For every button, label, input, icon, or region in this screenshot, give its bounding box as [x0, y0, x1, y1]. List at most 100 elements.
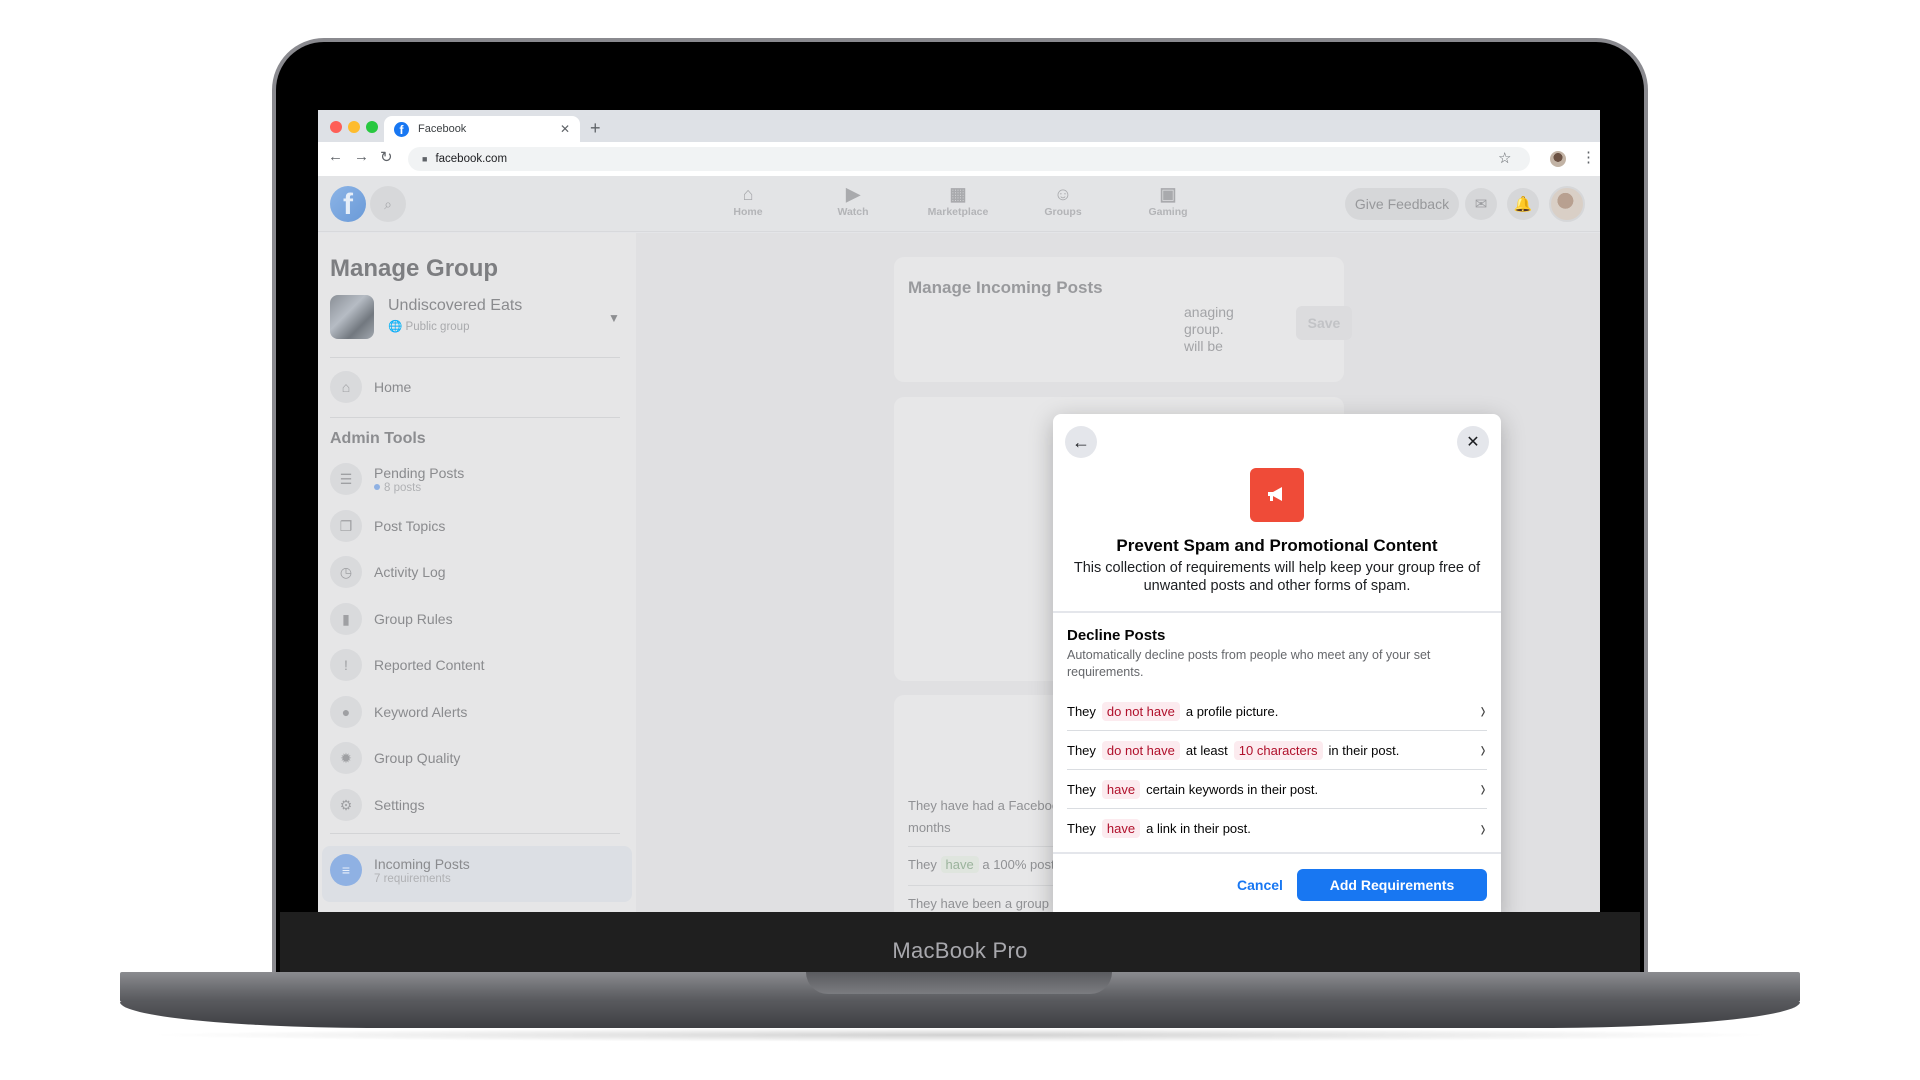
- prevent-spam-dialog: ← ✕ Prevent Spam and Promotional Content…: [1053, 414, 1501, 912]
- sidebar-item-group-rules[interactable]: ▮ Group Rules: [330, 599, 630, 639]
- add-requirements-button[interactable]: Add Requirements: [1297, 869, 1487, 901]
- quality-badge-icon: ✹: [330, 742, 362, 774]
- post-topics-icon: ❐: [330, 510, 362, 542]
- user-avatar[interactable]: [1549, 186, 1585, 222]
- notifications-bell-icon[interactable]: 🔔: [1507, 188, 1539, 220]
- dialog-description: This collection of requirements will hel…: [1073, 560, 1481, 594]
- group-name[interactable]: Undiscovered Eats: [388, 297, 522, 315]
- value-pill: 10 characters: [1233, 740, 1323, 760]
- sidebar-item-pending-posts[interactable]: ☰ Pending Posts 8 posts: [330, 459, 630, 499]
- new-tab-icon[interactable]: +: [590, 118, 601, 139]
- messenger-icon[interactable]: ✉: [1465, 188, 1497, 220]
- sidebar-item-reported-content[interactable]: ! Reported Content: [330, 645, 630, 685]
- lock-icon: ■: [422, 154, 428, 164]
- sidebar-item-group-quality[interactable]: ✹ Group Quality: [330, 738, 630, 778]
- nav-marketplace[interactable]: ▦ Marketplace: [913, 184, 1003, 218]
- globe-icon: 🌐: [388, 321, 403, 333]
- pending-count: 8 posts: [374, 482, 464, 494]
- sidebar-item-home[interactable]: ⌂ Home: [330, 367, 630, 407]
- condition-pill: do not have: [1101, 740, 1180, 760]
- dialog-title: Prevent Spam and Promotional Content: [1116, 536, 1438, 555]
- requirement-row[interactable]: They do not have at least 10 characters …: [1067, 731, 1487, 770]
- chevron-right-icon: ›: [1480, 697, 1486, 724]
- sidebar-item-activity-log[interactable]: ◷ Activity Log: [330, 552, 630, 592]
- manage-group-sidebar: Manage Group Undiscovered Eats 🌐 Public …: [318, 233, 636, 912]
- tab-close-icon[interactable]: ✕: [560, 122, 570, 136]
- bg-text: months: [908, 820, 951, 835]
- facebook-logo[interactable]: f: [330, 186, 366, 222]
- screen: f Facebook ✕ + ← → ↻ ■ facebook.com ☆ ⋮ …: [318, 110, 1600, 912]
- requirement-row[interactable]: They have certain keywords in their post…: [1067, 770, 1487, 809]
- clock-icon: ◷: [330, 556, 362, 588]
- main-content: Manage Incoming Posts anaging group. wil…: [636, 233, 1600, 912]
- window-zoom-dot[interactable]: [366, 121, 378, 133]
- reload-icon[interactable]: ↻: [380, 148, 393, 166]
- groups-icon: ☺: [1053, 184, 1073, 204]
- save-button[interactable]: Save: [1296, 306, 1352, 340]
- nav-home[interactable]: ⌂ Home: [703, 184, 793, 218]
- pending-posts-icon: ☰: [330, 463, 362, 495]
- requirement-row[interactable]: They do not have a profile picture. ›: [1067, 692, 1487, 731]
- nav-groups[interactable]: ☺ Groups: [1018, 184, 1108, 218]
- window-close-dot[interactable]: [330, 121, 342, 133]
- home-icon: ⌂: [330, 371, 362, 403]
- condition-pill: do not have: [1101, 701, 1180, 721]
- close-icon[interactable]: ✕: [1457, 426, 1489, 458]
- bg-text: will be: [1184, 338, 1223, 354]
- card-title: Manage Incoming Posts: [908, 278, 1103, 297]
- sidebar-item-incoming-posts[interactable]: ≡ Incoming Posts 7 requirements: [330, 850, 630, 890]
- bookmark-star-icon[interactable]: ☆: [1498, 149, 1511, 167]
- browser-menu-icon[interactable]: ⋮: [1581, 148, 1596, 166]
- give-feedback-button[interactable]: Give Feedback: [1345, 188, 1459, 220]
- browser-tab[interactable]: f Facebook ✕: [384, 116, 580, 142]
- divider: [1053, 852, 1501, 854]
- unread-dot: [374, 484, 380, 491]
- sidebar-item-settings[interactable]: ⚙ Settings: [330, 785, 630, 825]
- window-minimize-dot[interactable]: [348, 121, 360, 133]
- requirement-row[interactable]: They have a link in their post. ›: [1067, 809, 1487, 848]
- chevron-right-icon: ›: [1480, 775, 1486, 802]
- gaming-icon: ▣: [1159, 184, 1177, 204]
- browser-profile-avatar[interactable]: [1550, 151, 1566, 167]
- laptop-shadow: [140, 1028, 1780, 1042]
- browser-tab-bar: f Facebook ✕ +: [318, 110, 1600, 142]
- forward-arrow-icon[interactable]: →: [354, 148, 369, 165]
- megaphone-icon: [1250, 468, 1304, 522]
- condition-pill: have: [1101, 779, 1141, 799]
- url-text: facebook.com: [435, 153, 508, 165]
- search-icon[interactable]: ⌕: [370, 186, 406, 222]
- browser-toolbar: ← → ↻ ■ facebook.com ☆ ⋮: [318, 142, 1600, 176]
- facebook-header: f ⌕ ⌂ Home ▶ Watch ▦ Marketplace ☺ Group…: [318, 176, 1600, 232]
- facebook-favicon-icon: f: [394, 121, 409, 137]
- incoming-posts-icon: ≡: [330, 854, 362, 886]
- sidebar-item-keyword-alerts[interactable]: ● Keyword Alerts: [330, 692, 630, 732]
- chevron-right-icon: ›: [1480, 814, 1486, 842]
- group-thumbnail[interactable]: [330, 295, 374, 339]
- sidebar-item-post-topics[interactable]: ❐ Post Topics: [330, 506, 630, 546]
- tab-title: Facebook: [418, 123, 467, 135]
- back-arrow-icon[interactable]: ←: [1065, 426, 1097, 458]
- nav-watch[interactable]: ▶ Watch: [808, 184, 898, 218]
- divider: [330, 357, 620, 358]
- gear-icon: ⚙: [330, 789, 362, 821]
- section-description: Automatically decline posts from people …: [1067, 648, 1431, 679]
- report-icon: !: [330, 649, 362, 681]
- address-bar[interactable]: ■ facebook.com: [408, 147, 1530, 171]
- group-switcher-caret-icon[interactable]: ▼: [608, 311, 620, 325]
- bg-text: anaging: [1184, 304, 1234, 320]
- condition-pill: have: [1101, 819, 1141, 838]
- manage-incoming-posts-card: [894, 257, 1344, 382]
- section-title: Decline Posts: [1067, 627, 1166, 644]
- rules-book-icon: ▮: [330, 603, 362, 635]
- watch-icon: ▶: [846, 184, 860, 204]
- nav-gaming[interactable]: ▣ Gaming: [1123, 184, 1213, 218]
- back-arrow-icon[interactable]: ←: [328, 148, 343, 165]
- group-privacy: 🌐 Public group: [388, 321, 470, 333]
- sidebar-title: Manage Group: [330, 255, 499, 282]
- admin-tools-heading: Admin Tools: [330, 430, 426, 447]
- cancel-button[interactable]: Cancel: [1213, 869, 1307, 901]
- home-icon: ⌂: [742, 184, 754, 204]
- bg-text: group.: [1184, 321, 1224, 337]
- keyword-alert-icon: ●: [330, 696, 362, 728]
- chevron-right-icon: ›: [1480, 736, 1486, 763]
